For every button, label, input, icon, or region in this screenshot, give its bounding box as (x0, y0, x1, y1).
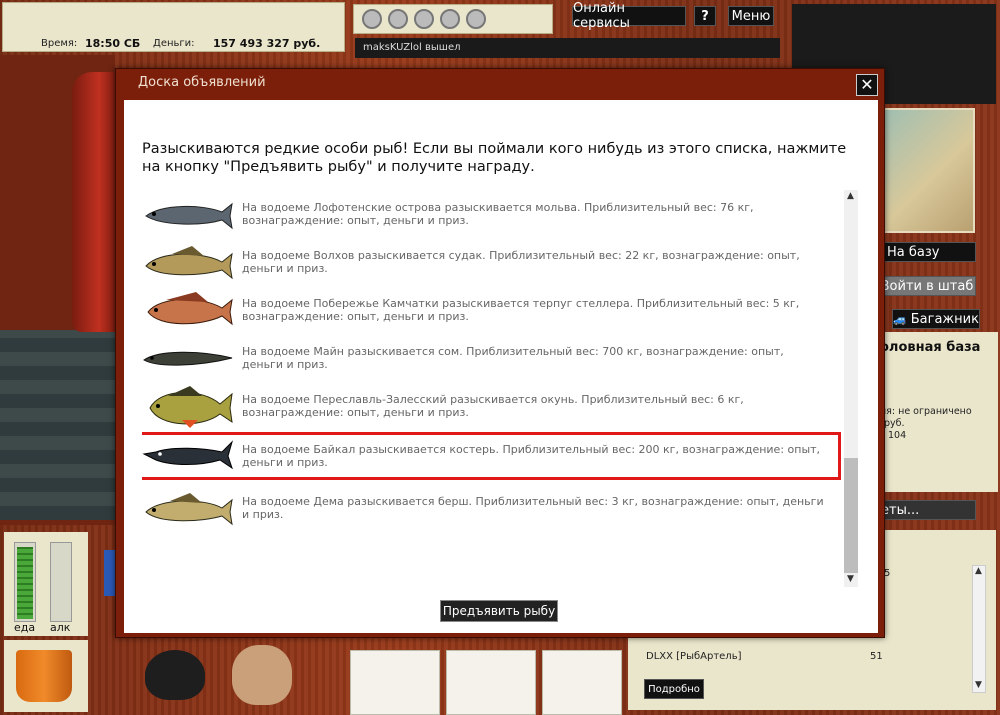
list-item-text: На водоеме Байкал разыскивается костерь.… (242, 442, 821, 470)
dialog-intro-text: Разыскиваются редкие особи рыб! Если вы … (142, 141, 847, 175)
bell-icon[interactable] (440, 9, 460, 29)
food-meter (14, 542, 36, 622)
greenling-icon (147, 292, 233, 326)
hud-panel: Время: 18:50 СБ Деньги: 157 493 327 руб. (2, 2, 345, 52)
menu-button[interactable]: Меню (728, 6, 774, 26)
alc-label: алк (50, 621, 71, 634)
base-info-line: руб. (884, 418, 905, 429)
armchair (72, 72, 117, 332)
base-name: оловная база (880, 340, 981, 355)
clan-count: 51 (870, 651, 883, 662)
bell-icon[interactable] (388, 9, 408, 29)
sterlet-icon (142, 440, 234, 470)
meters-panel: еда алк (4, 532, 88, 636)
list-item[interactable]: На водоеме Дема разыскивается берш. Приб… (142, 484, 837, 532)
bulletin-board-dialog: Доска объявлений ✕ Разыскиваются редкие … (115, 68, 885, 638)
scrollbar-thumb[interactable] (844, 458, 858, 573)
scroll-up-icon[interactable]: ▲ (847, 191, 854, 201)
enter-hq-button[interactable]: Войти в штаб (878, 276, 976, 296)
time-value: 18:50 СБ (85, 37, 141, 50)
inventory-slot[interactable] (542, 650, 622, 715)
bell-icon[interactable] (414, 9, 434, 29)
dialog-title: Доска объявлений (138, 75, 266, 90)
base-info-line: 104 (888, 430, 907, 441)
pot-icon[interactable] (145, 650, 205, 700)
bell-icon[interactable] (466, 9, 486, 29)
list-item-text: На водоеме Волхов разыскивается судак. П… (242, 248, 800, 276)
money-value: 157 493 327 руб. (213, 37, 321, 50)
list-scrollbar[interactable]: ▲ ▼ (844, 190, 858, 587)
time-label: Время: (41, 38, 78, 49)
boat-hull (0, 330, 115, 520)
list-item[interactable]: На водоеме Лофотенские острова разыскива… (142, 190, 837, 238)
sack-icon[interactable] (232, 645, 292, 705)
list-item-text: На водоеме Лофотенские острова разыскива… (242, 200, 754, 228)
chat-strip: maksKUZlol вышел (355, 38, 780, 58)
secrets-button[interactable]: еты... (878, 500, 976, 520)
trunk-button[interactable]: 🚙 Багажник (892, 309, 980, 329)
alc-meter (50, 542, 72, 622)
to-base-button[interactable]: На базу (880, 242, 976, 262)
list-item[interactable]: На водоеме Волхов разыскивается судак. П… (142, 238, 837, 286)
food-label: еда (14, 621, 36, 634)
money-label: Деньги: (153, 38, 195, 49)
clan-entry[interactable]: DLXX [РыбАртель] (646, 651, 742, 662)
list-item-text: На водоеме Переславль-Залесский разыскив… (242, 392, 744, 420)
list-item-text: На водоеме Дема разыскивается берш. Приб… (242, 494, 824, 522)
base-info-panel: оловная база ия: не ограничено руб. 104 (878, 332, 998, 492)
list-item-text: На водоеме Майн разыскивается сом. Прибл… (242, 344, 784, 372)
close-icon[interactable]: ✕ (856, 74, 878, 96)
details-button[interactable]: Подробно (644, 679, 704, 699)
volga-zander-icon (145, 493, 233, 526)
list-item[interactable]: На водоеме Переславль-Залесский разыскив… (142, 382, 837, 430)
bells-panel (353, 4, 553, 34)
perch-icon (149, 386, 233, 428)
zander-icon (145, 246, 233, 280)
inventory-slot[interactable] (446, 650, 536, 715)
base-info-line: ия: не ограничено (880, 406, 972, 417)
list-item[interactable]: На водоеме Майн разыскивается сом. Прибл… (142, 334, 837, 382)
dialog-body: Разыскиваются редкие особи рыб! Если вы … (124, 100, 878, 633)
inventory-slot[interactable] (350, 650, 440, 715)
car-icon: 🚙 (893, 312, 907, 326)
list-item-selected[interactable]: На водоеме Байкал разыскивается костерь.… (142, 432, 841, 480)
catfish-icon (143, 351, 233, 366)
online-services-button[interactable]: Онлайн сервисы (572, 1, 686, 31)
map-thumbnail[interactable] (880, 108, 975, 233)
bell-icon[interactable] (362, 9, 382, 29)
bucket-icon (16, 650, 72, 702)
list-item-text: На водоеме Побережье Камчатки разыскивае… (242, 296, 800, 324)
ling-icon (145, 202, 233, 230)
list-scrollbar[interactable]: ▲ ▼ (972, 565, 986, 693)
help-button[interactable]: ? (694, 6, 716, 26)
scroll-up-icon[interactable]: ▲ (975, 566, 982, 576)
scroll-down-icon[interactable]: ▼ (975, 680, 982, 690)
present-fish-button[interactable]: Предъявить рыбу (440, 600, 558, 622)
food-meter-fill (17, 547, 33, 619)
scroll-down-icon[interactable]: ▼ (847, 574, 854, 584)
list-item[interactable]: На водоеме Побережье Камчатки разыскивае… (142, 286, 837, 334)
chat-message: maksKUZlol вышел (363, 42, 461, 53)
wanted-fish-list: На водоеме Лофотенские острова разыскива… (142, 190, 857, 590)
trunk-label: Багажник (910, 311, 979, 327)
bucket-slot[interactable] (4, 640, 88, 712)
